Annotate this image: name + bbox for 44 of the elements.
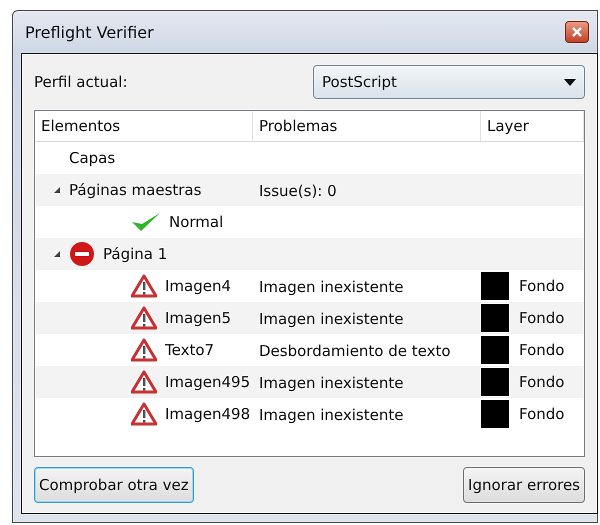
caret-icon bbox=[564, 78, 576, 86]
warning-icon bbox=[131, 306, 157, 330]
dialog-button[interactable]: Ignorar errores bbox=[463, 467, 585, 503]
layer-name: Fondo bbox=[519, 341, 564, 359]
tree-row[interactable]: Imagen5 Imagen inexistente Fondo bbox=[35, 302, 584, 334]
error-icon bbox=[69, 241, 95, 267]
close-button[interactable] bbox=[565, 21, 589, 43]
element-name: Normal bbox=[169, 213, 224, 231]
element-name: Imagen498 bbox=[165, 405, 250, 423]
problem-text: Imagen inexistente bbox=[259, 406, 404, 424]
layer-name: Fondo bbox=[519, 309, 564, 327]
element-name: Capas bbox=[69, 149, 116, 167]
problem-text: Imagen inexistente bbox=[259, 374, 404, 392]
warning-icon bbox=[131, 274, 157, 298]
element-name: Imagen495 bbox=[165, 373, 250, 391]
layer-name: Fondo bbox=[519, 405, 564, 423]
element-name: Imagen4 bbox=[165, 277, 232, 295]
profile-dropdown[interactable]: PostScript bbox=[313, 65, 585, 99]
problem-text: Desbordamiento de texto bbox=[259, 342, 451, 360]
warning-icon bbox=[131, 338, 157, 362]
column-header[interactable]: Layer bbox=[481, 111, 584, 141]
problem-text: Issue(s): 0 bbox=[259, 182, 337, 200]
expander-icon[interactable] bbox=[53, 250, 61, 258]
column-header[interactable]: Elementos bbox=[35, 111, 253, 141]
profile-label: Perfil actual: bbox=[34, 73, 128, 91]
window-title: Preflight Verifier bbox=[25, 22, 154, 42]
element-name: Texto7 bbox=[165, 341, 214, 359]
element-name: Página 1 bbox=[103, 245, 168, 263]
column-header[interactable]: Problemas bbox=[253, 111, 481, 141]
tree-row[interactable]: Imagen495 Imagen inexistente Fondo bbox=[35, 366, 584, 398]
check-icon bbox=[131, 211, 161, 233]
expander-icon[interactable] bbox=[53, 186, 61, 194]
tree-row[interactable]: Página 1 bbox=[35, 238, 584, 270]
warning-icon bbox=[131, 402, 157, 426]
problem-text: Imagen inexistente bbox=[259, 310, 404, 328]
warning-icon bbox=[131, 370, 157, 394]
close-icon bbox=[572, 27, 582, 37]
element-name: Páginas maestras bbox=[69, 181, 202, 199]
tree-row[interactable]: Páginas maestras Issue(s): 0 bbox=[35, 174, 584, 206]
problem-text: Imagen inexistente bbox=[259, 278, 404, 296]
layer-name: Fondo bbox=[519, 277, 564, 295]
layer-name: Fondo bbox=[519, 373, 564, 391]
dialog-button[interactable]: Comprobar otra vez bbox=[34, 467, 194, 503]
element-name: Imagen5 bbox=[165, 309, 232, 327]
